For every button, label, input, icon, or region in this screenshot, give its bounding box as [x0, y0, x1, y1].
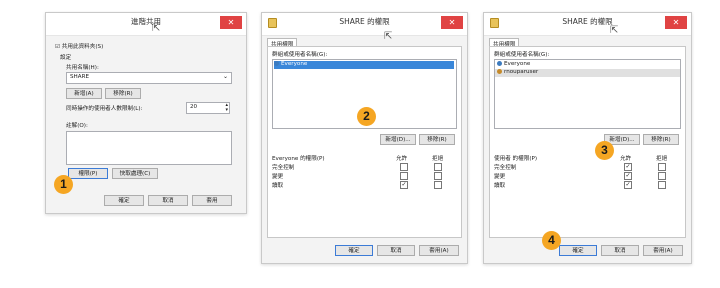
share-name-select[interactable]: SHARE ⌄	[66, 72, 232, 84]
step-badge-1: 1	[54, 175, 73, 194]
full-control-deny-checkbox[interactable]	[658, 163, 666, 171]
cancel-button[interactable]: 取消	[601, 245, 639, 256]
user-group-icon	[274, 61, 279, 66]
dialog-title: SHARE 的權限	[339, 17, 390, 26]
group-list-label: 群組或使用者名稱(G):	[494, 52, 550, 58]
apply-button[interactable]: 套用(A)	[419, 245, 459, 256]
share-folder-checkbox[interactable]: ☑ 共用此資料夾(S)	[55, 42, 103, 50]
apply-button[interactable]: 套用	[192, 195, 232, 206]
full-control-allow-checkbox[interactable]	[400, 163, 408, 171]
step-badge-3: 3	[595, 141, 614, 160]
caching-button[interactable]: 快取處理(C)	[112, 168, 158, 179]
ok-button[interactable]: 確定	[104, 195, 144, 206]
title-bar: SHARE 的權限 ✕	[262, 13, 467, 36]
change-allow-checkbox[interactable]: ✓	[624, 172, 632, 180]
list-item[interactable]: Everyone	[497, 61, 530, 67]
perm-change: 變更	[494, 174, 506, 180]
read-allow-checkbox[interactable]: ✓	[400, 181, 408, 189]
remove-button[interactable]: 移除(R)	[105, 88, 141, 99]
permissions-button[interactable]: 權限(P)	[68, 168, 108, 179]
comments-textarea[interactable]	[66, 131, 232, 165]
share-name-value: SHARE	[70, 74, 90, 80]
mouse-cursor-icon: ⇱	[610, 25, 619, 36]
chevron-down-icon: ⌄	[222, 73, 228, 80]
ok-button[interactable]: 確定	[335, 245, 373, 256]
apply-button[interactable]: 套用(A)	[643, 245, 683, 256]
user-limit-label: 同時操作的使用者人數限制(L):	[66, 106, 143, 112]
step-badge-4: 4	[542, 231, 561, 250]
group-list-label: 群組或使用者名稱(G):	[272, 52, 328, 58]
list-item-label: Everyone	[504, 61, 531, 67]
remove-button[interactable]: 移除(R)	[643, 134, 679, 145]
add-button[interactable]: 新增(D)...	[380, 134, 416, 145]
spinner-icon: ▴ ▾	[225, 102, 228, 113]
share-name-label: 共用名稱(H):	[66, 65, 99, 71]
cancel-button[interactable]: 取消	[377, 245, 415, 256]
list-item[interactable]: Everyone	[274, 61, 454, 69]
settings-label: 設定	[60, 55, 72, 61]
change-deny-checkbox[interactable]	[658, 172, 666, 180]
add-button[interactable]: 新增(A)	[66, 88, 102, 99]
ok-button[interactable]: 確定	[559, 245, 597, 256]
user-group-icon	[497, 61, 502, 66]
list-item-label: rnouparuser	[504, 69, 539, 75]
tab-panel: 群組或使用者名稱(G): Everyone 新增(D)... 移除(R) Eve…	[267, 46, 462, 238]
cancel-button[interactable]: 取消	[148, 195, 188, 206]
full-control-deny-checkbox[interactable]	[434, 163, 442, 171]
change-deny-checkbox[interactable]	[434, 172, 442, 180]
title-bar: 進階共用 ✕	[46, 13, 246, 36]
perm-full-control: 完全控制	[494, 165, 517, 171]
mouse-cursor-icon: ⇱	[152, 23, 161, 34]
share-permissions-dialog: SHARE 的權限 ✕ ⇱ 共用權限 群組或使用者名稱(G): Everyone…	[261, 12, 468, 264]
step-badge-2: 2	[357, 107, 376, 126]
remove-button[interactable]: 移除(R)	[419, 134, 455, 145]
advanced-sharing-dialog: 進階共用 ✕ ⇱ ☑ 共用此資料夾(S) 設定 共用名稱(H): SHARE ⌄…	[45, 12, 247, 214]
close-button[interactable]: ✕	[220, 16, 242, 29]
perm-full-control: 完全控制	[272, 165, 295, 171]
share-permissions-dialog-2: SHARE 的權限 ✕ ⇱ 共用權限 群組或使用者名稱(G): Everyone…	[483, 12, 692, 264]
comments-label: 註解(O):	[66, 123, 88, 129]
read-deny-checkbox[interactable]	[434, 181, 442, 189]
permission-list: 完全控制 變更 讀取 ✓	[272, 161, 455, 231]
list-item-label: Everyone	[281, 61, 308, 67]
perm-read: 讀取	[494, 183, 506, 189]
user-limit-stepper[interactable]: 20 ▴ ▾	[186, 102, 230, 114]
list-item[interactable]: rnouparuser	[495, 69, 680, 77]
read-deny-checkbox[interactable]	[658, 181, 666, 189]
tab-panel: 群組或使用者名稱(G): Everyone rnouparuser 新增(D).…	[489, 46, 686, 238]
change-allow-checkbox[interactable]	[400, 172, 408, 180]
user-list[interactable]: Everyone rnouparuser	[494, 59, 681, 129]
dialog-title: 進階共用	[131, 17, 161, 26]
user-icon	[497, 69, 502, 74]
full-control-allow-checkbox[interactable]: ✓	[624, 163, 632, 171]
close-button[interactable]: ✕	[441, 16, 463, 29]
title-bar: SHARE 的權限 ✕	[484, 13, 691, 36]
perm-read: 讀取	[272, 183, 284, 189]
close-button[interactable]: ✕	[665, 16, 687, 29]
user-limit-value: 20	[190, 104, 198, 110]
dialog-title: SHARE 的權限	[562, 17, 613, 26]
permission-list: 完全控制 ✓ 變更 ✓ 讀取 ✓	[494, 161, 679, 231]
read-allow-checkbox[interactable]: ✓	[624, 181, 632, 189]
mouse-cursor-icon: ⇱	[384, 31, 393, 42]
perm-change: 變更	[272, 174, 284, 180]
